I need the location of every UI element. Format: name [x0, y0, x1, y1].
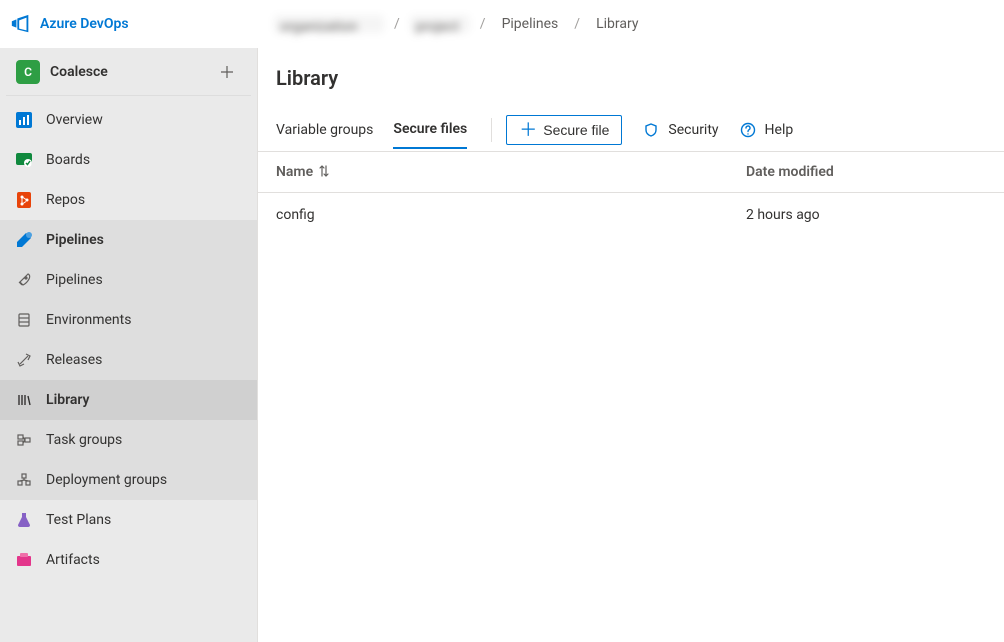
project-avatar: C	[16, 60, 40, 84]
brand-wrap[interactable]: Azure DevOps	[10, 13, 258, 35]
nav-label: Environments	[46, 312, 131, 328]
breadcrumb-pipelines[interactable]: Pipelines	[496, 12, 565, 36]
nav-overview[interactable]: Overview	[0, 100, 257, 140]
rocket-icon	[14, 270, 34, 290]
cell-name: config	[276, 207, 746, 223]
col-name-header[interactable]: Name	[276, 164, 746, 180]
testplans-icon	[14, 510, 34, 530]
breadcrumb-library[interactable]: Library	[590, 12, 644, 36]
nav-label: Pipelines	[46, 272, 103, 288]
sort-icon	[319, 165, 329, 180]
page-title: Library	[258, 66, 1004, 108]
add-icon[interactable]	[213, 58, 241, 86]
button-label: Secure file	[543, 122, 609, 138]
deploygroups-icon	[14, 470, 34, 490]
security-link[interactable]: Security	[642, 121, 718, 139]
tab-secure-files[interactable]: Secure files	[393, 111, 467, 149]
nav-sub-environments[interactable]: Environments	[0, 300, 257, 340]
server-icon	[14, 310, 34, 330]
nav-label: Repos	[46, 192, 85, 208]
boards-icon	[14, 150, 34, 170]
nav-label: Test Plans	[46, 512, 111, 528]
nav-label: Releases	[46, 352, 102, 368]
sidebar: C Coalesce Overview Boards Repos Pipelin…	[0, 48, 258, 642]
table-row[interactable]: config 2 hours ago	[258, 193, 1004, 237]
nav-label: Boards	[46, 152, 90, 168]
tabbar: Variable groups Secure files ＋ Secure fi…	[258, 108, 1004, 152]
breadcrumb-org[interactable]: organization	[274, 15, 384, 33]
col-label: Date modified	[746, 164, 834, 180]
nav-label: Task groups	[46, 432, 122, 448]
nav: Overview Boards Repos Pipelines Pipeline…	[0, 96, 257, 580]
release-icon	[14, 350, 34, 370]
nav-repos[interactable]: Repos	[0, 180, 257, 220]
nav-sub-library[interactable]: Library	[0, 380, 257, 420]
shield-icon	[642, 121, 660, 139]
artifacts-icon	[14, 550, 34, 570]
plus-icon: ＋	[519, 121, 537, 139]
overview-icon	[14, 110, 34, 130]
project-row[interactable]: C Coalesce	[6, 48, 251, 96]
pipelines-icon	[14, 230, 34, 250]
azure-devops-logo-icon	[10, 13, 32, 35]
col-date-header[interactable]: Date modified	[746, 164, 986, 180]
main: Library Variable groups Secure files ＋ S…	[258, 48, 1004, 642]
repos-icon	[14, 190, 34, 210]
breadcrumb-sep: /	[474, 16, 492, 32]
add-secure-file-button[interactable]: ＋ Secure file	[506, 115, 622, 145]
nav-label: Artifacts	[46, 552, 100, 568]
cell-date: 2 hours ago	[746, 207, 986, 223]
help-icon	[739, 121, 757, 139]
tab-variable-groups[interactable]: Variable groups	[276, 112, 373, 148]
nav-sub-taskgroups[interactable]: Task groups	[0, 420, 257, 460]
brand-label: Azure DevOps	[40, 16, 129, 32]
nav-sub-deploygroups[interactable]: Deployment groups	[0, 460, 257, 500]
nav-boards[interactable]: Boards	[0, 140, 257, 180]
top-bar: Azure DevOps organization / project / Pi…	[0, 0, 1004, 48]
project-name: Coalesce	[50, 64, 203, 80]
help-link[interactable]: Help	[739, 121, 794, 139]
breadcrumbs: organization / project / Pipelines / Lib…	[258, 12, 644, 36]
nav-artifacts[interactable]: Artifacts	[0, 540, 257, 580]
breadcrumb-project[interactable]: project	[410, 15, 470, 33]
breadcrumb-sep: /	[568, 16, 586, 32]
col-label: Name	[276, 164, 313, 180]
nav-label: Library	[46, 392, 90, 408]
table-header: Name Date modified	[258, 152, 1004, 193]
divider	[491, 118, 492, 142]
nav-testplans[interactable]: Test Plans	[0, 500, 257, 540]
nav-label: Pipelines	[46, 232, 104, 248]
link-label: Security	[668, 122, 718, 138]
library-icon	[14, 390, 34, 410]
taskgroups-icon	[14, 430, 34, 450]
nav-sub-pipelines[interactable]: Pipelines	[0, 260, 257, 300]
nav-label: Overview	[46, 112, 103, 128]
breadcrumb-sep: /	[388, 16, 406, 32]
nav-sub-releases[interactable]: Releases	[0, 340, 257, 380]
nav-pipelines[interactable]: Pipelines	[0, 220, 257, 260]
link-label: Help	[765, 122, 794, 138]
nav-label: Deployment groups	[46, 472, 167, 488]
